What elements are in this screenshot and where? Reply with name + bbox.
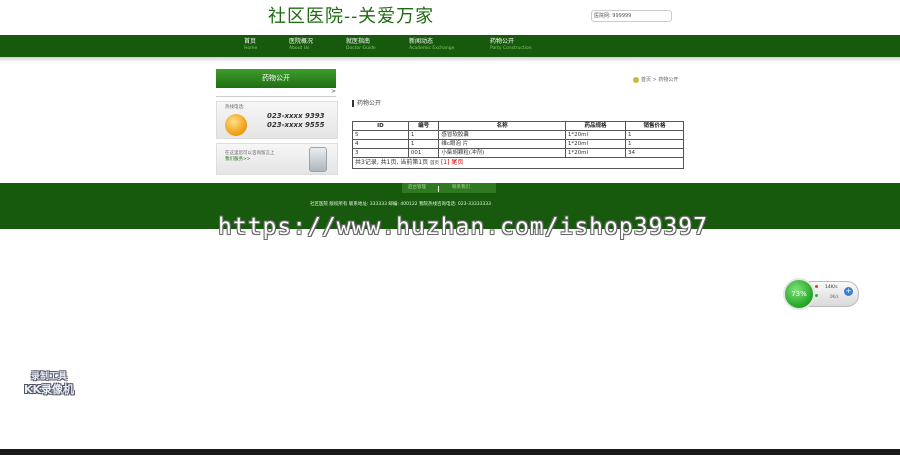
table-cell: 1 <box>407 139 440 149</box>
col-header: 名称 <box>438 121 566 131</box>
nav-item-sub: About Us <box>289 46 310 51</box>
table-cell: 5 <box>352 130 409 140</box>
footer-admin-link[interactable]: 后台管理 <box>408 184 426 190</box>
recorder-line1: 录制工具 <box>30 372 67 382</box>
message-label: 在这里您可以咨询留言上 <box>225 151 275 156</box>
table-cell: 感冒软胶囊 <box>438 130 566 140</box>
nav-item-guide[interactable]: 就医指南 Doctor Guide <box>346 38 376 52</box>
plus-icon[interactable]: + <box>844 287 853 296</box>
net-speed-value: 14K/s <box>825 285 838 290</box>
content-title: 药物公开 <box>352 100 381 107</box>
hotline-number: 023-xxxx 9393 <box>267 112 325 120</box>
nav-item-sub: Party Construction <box>490 46 532 51</box>
table-cell: 001 <box>407 148 440 158</box>
table-row: 4 1 维c眼泡 片 1*20ml 1 <box>352 139 685 149</box>
message-link[interactable]: 我们服务>> <box>225 157 251 162</box>
recorder-line2: KK录像机 <box>23 383 75 396</box>
nav-item-label: 医院概况 <box>289 38 314 45</box>
table-cell: 3 <box>352 148 409 158</box>
watermark-text: https://www.huzhan.com/ishop39397 <box>218 214 708 240</box>
sidebar-title: 药物公开 <box>216 69 336 88</box>
table-cell: 34 <box>624 148 685 158</box>
footer-tab-bar: 后台管理 联系我们 <box>402 183 496 193</box>
nav-item-label: 首页 <box>244 38 257 45</box>
pager-first-link[interactable]: 首页 <box>430 161 439 166</box>
breadcrumb-home[interactable]: 首页 <box>641 77 651 83</box>
net-usage-badge[interactable]: 73% <box>783 278 815 310</box>
pager-summary: 共3记录, 共1页, 当前第1页 <box>355 159 429 166</box>
message-device-icon <box>309 147 327 172</box>
table-cell: 4 <box>352 139 409 149</box>
col-header: 药品规格 <box>564 121 626 131</box>
table-cell: 1 <box>407 130 440 140</box>
nav-item-news[interactable]: 新闻动态 Academic Exchange <box>409 38 454 52</box>
nav-item-drugs[interactable]: 药物公开 Party Construction <box>490 38 532 52</box>
pager-current-page[interactable]: [1] <box>441 159 450 166</box>
nav-item-about[interactable]: 医院概况 About Us <box>289 38 313 52</box>
nav-item-sub: Doctor Guide <box>346 46 376 51</box>
message-box[interactable]: 在这里您可以咨询留言上 我们服务>> <box>216 143 338 175</box>
nav-item-label: 药物公开 <box>490 38 515 45</box>
hotline-label: 热线电话: <box>225 105 245 110</box>
hotline-box: 热线电话: 023-xxxx 9393 023-xxxx 9555 <box>216 101 338 139</box>
col-header: 编号 <box>407 121 440 131</box>
home-icon <box>633 76 639 83</box>
drug-table: ID 编号 名称 药品规格 销售价格 5 1 感冒软胶囊 1*20ml 1 4 … <box>352 121 685 158</box>
site-title: 社区医院--关爱万家 <box>268 6 435 27</box>
table-cell: 1 <box>624 130 685 140</box>
footer-copyright: 社区医院 版权所有 联系地址: 333333 邮编: 400122 我院热线咨询… <box>310 202 492 207</box>
nav-item-label: 新闻动态 <box>409 38 434 45</box>
pager: 共3记录, 共1页, 当前第1页 首页 [1] 尾页 <box>352 158 684 169</box>
breadcrumb-sep: > <box>652 77 657 83</box>
nav-shadow <box>0 57 900 62</box>
main-nav: 首页 Home 医院概况 About Us 就医指南 Doctor Guide … <box>0 35 900 57</box>
breadcrumb-current: 药物公开 <box>658 77 679 83</box>
table-cell: 小柴胡颗粒(冲剂) <box>438 148 566 158</box>
upload-dot-icon <box>815 285 818 288</box>
table-cell: 维c眼泡 片 <box>438 139 566 149</box>
sidebar-arrow-link[interactable]: > <box>216 88 336 97</box>
search-input[interactable]: 医院网: 999999 <box>591 10 672 22</box>
download-dot-icon <box>815 294 818 297</box>
col-header: ID <box>352 121 409 131</box>
recorder-logo: 录制工具 KK录像机 <box>18 372 80 396</box>
message-text: 在这里您可以咨询留言上 我们服务>> <box>225 151 305 163</box>
footer-contact-link[interactable]: 联系我们 <box>452 184 470 190</box>
nav-item-sub: Home <box>244 46 258 51</box>
table-header-row: ID 编号 名称 药品规格 销售价格 <box>352 121 685 131</box>
table-cell: 1*20ml <box>564 130 626 140</box>
nav-item-sub: Academic Exchange <box>409 46 455 51</box>
table-cell: 1*20ml <box>564 139 626 149</box>
phone-icon <box>225 114 247 136</box>
nav-item-label: 就医指南 <box>346 38 371 45</box>
pager-last-link[interactable]: 尾页 <box>451 159 463 166</box>
col-header: 销售价格 <box>624 121 685 131</box>
drug-table-wrap: ID 编号 名称 药品规格 销售价格 5 1 感冒软胶囊 1*20ml 1 4 … <box>352 121 685 169</box>
footer-divider <box>438 186 439 192</box>
net-speed-sub: 0K/s <box>830 294 839 299</box>
table-cell: 1*20ml <box>564 148 626 158</box>
table-row: 3 001 小柴胡颗粒(冲剂) 1*20ml 34 <box>352 148 685 158</box>
table-cell: 1 <box>624 139 685 149</box>
table-row: 5 1 感冒软胶囊 1*20ml 1 <box>352 130 685 140</box>
breadcrumb: 首页 > 药物公开 <box>633 76 678 83</box>
hotline-number: 023-xxxx 9555 <box>267 121 325 129</box>
taskbar <box>0 449 900 455</box>
nav-item-home[interactable]: 首页 Home <box>244 38 257 52</box>
